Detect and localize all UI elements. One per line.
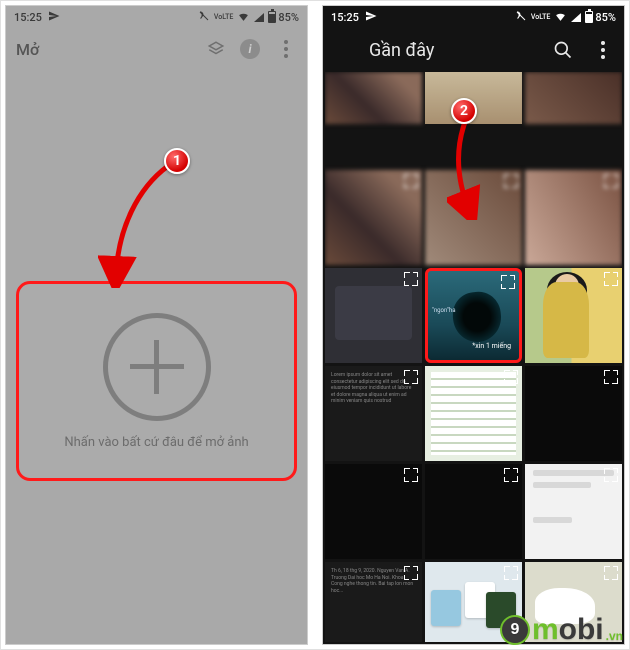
plus-circle-icon bbox=[103, 313, 211, 421]
phone-screenshot-left: 15:25 VoLTE 85% Mở bbox=[5, 5, 308, 645]
watermark-vn: .vn bbox=[606, 629, 623, 643]
wifi-icon bbox=[237, 10, 250, 25]
send-icon bbox=[365, 10, 377, 24]
step-badge-2: 2 bbox=[451, 98, 477, 124]
thumbnail[interactable]: Lorem ipsum dolor sit amet consectetur a… bbox=[325, 366, 422, 461]
send-icon bbox=[48, 10, 60, 24]
status-left: 15:25 bbox=[331, 10, 377, 24]
thumbnail[interactable] bbox=[325, 170, 422, 265]
thumbnail[interactable] bbox=[325, 72, 422, 124]
overflow-menu-icon[interactable] bbox=[592, 39, 614, 61]
status-right: VoLTE 85% bbox=[515, 10, 616, 25]
page-title: Gần đây bbox=[369, 40, 534, 61]
thumbnail[interactable]: Th 6, 18 thg 9, 2020. Nguyen Van A. Truo… bbox=[325, 562, 422, 642]
gallery-grid: "ngon"ha *xin 1 miếng Lorem ipsum dolor … bbox=[325, 72, 622, 642]
overflow-menu-icon[interactable] bbox=[275, 38, 297, 60]
thumbnail[interactable] bbox=[325, 268, 422, 363]
battery-percent: 85% bbox=[278, 11, 299, 24]
open-image-hint: Nhấn vào bất cứ đâu để mở ảnh bbox=[58, 435, 254, 450]
status-bar: 15:25 VoLTE 85% bbox=[323, 6, 624, 28]
thumbnail[interactable] bbox=[525, 268, 622, 363]
thumbnail[interactable] bbox=[525, 464, 622, 559]
vibrate-icon bbox=[515, 10, 527, 24]
status-time: 15:25 bbox=[331, 11, 359, 24]
status-left: 15:25 bbox=[14, 10, 60, 24]
battery-percent: 85% bbox=[595, 11, 616, 24]
wifi-icon bbox=[554, 10, 567, 25]
phone-screenshot-right: 15:25 VoLTE 85% Gần đây bbox=[322, 5, 625, 645]
signal-icon bbox=[254, 13, 264, 22]
network-type-label: VoLTE bbox=[214, 14, 233, 21]
info-icon[interactable]: i bbox=[239, 38, 261, 60]
app-header-left: Mở i bbox=[6, 28, 307, 70]
menu-icon[interactable] bbox=[333, 39, 351, 61]
watermark-m: m bbox=[532, 613, 559, 647]
search-icon[interactable] bbox=[552, 39, 574, 61]
layers-icon[interactable] bbox=[207, 40, 225, 58]
thumbnail[interactable] bbox=[525, 72, 622, 124]
open-image-area[interactable]: Nhấn vào bất cứ đâu để mở ảnh bbox=[16, 281, 297, 481]
thumbnail[interactable] bbox=[425, 170, 522, 265]
thumbnail-selected[interactable]: "ngon"ha *xin 1 miếng bbox=[425, 268, 522, 363]
watermark-badge: 9 bbox=[500, 615, 530, 645]
thumbnail[interactable] bbox=[425, 464, 522, 559]
battery-indicator: 85% bbox=[268, 11, 299, 24]
thumbnail[interactable] bbox=[325, 464, 422, 559]
step-badge-1: 1 bbox=[164, 148, 190, 174]
battery-indicator: 85% bbox=[585, 11, 616, 24]
thumbnail[interactable] bbox=[525, 170, 622, 265]
signal-icon bbox=[571, 13, 581, 22]
page-title: Mở bbox=[16, 40, 39, 59]
thumb-caption: "ngon"ha bbox=[432, 307, 455, 314]
thumbnail[interactable] bbox=[525, 366, 622, 461]
app-header-right: Gần đây bbox=[323, 28, 624, 72]
status-time: 15:25 bbox=[14, 11, 42, 24]
thumb-caption: *xin 1 miếng bbox=[472, 342, 511, 350]
thumbnail[interactable] bbox=[425, 366, 522, 461]
status-bar: 15:25 VoLTE 85% bbox=[6, 6, 307, 28]
vibrate-icon bbox=[198, 10, 210, 24]
status-right: VoLTE 85% bbox=[198, 10, 299, 25]
watermark: 9 m obi .vn bbox=[500, 613, 623, 647]
header-actions: i bbox=[207, 38, 297, 60]
watermark-obi: obi bbox=[559, 613, 604, 647]
arrow-1 bbox=[98, 158, 178, 288]
network-type-label: VoLTE bbox=[531, 14, 550, 21]
